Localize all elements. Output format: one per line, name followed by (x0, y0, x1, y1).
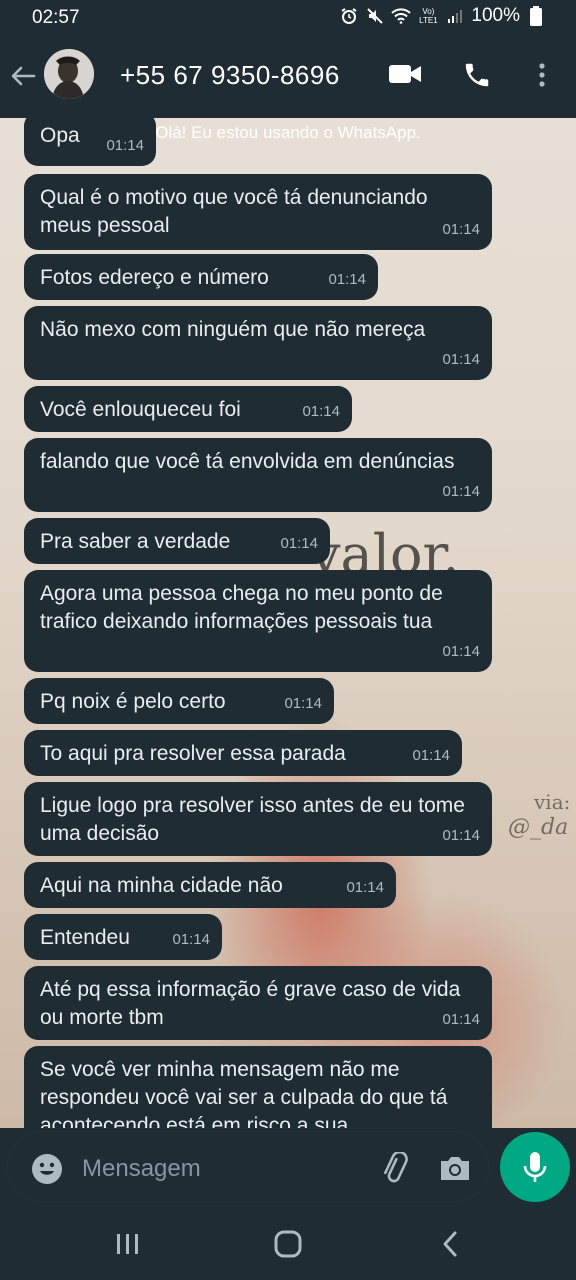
mute-icon (365, 6, 385, 26)
message-bubble[interactable]: Ligue logo pra resolver isso antes de eu… (24, 782, 492, 856)
message-bubble[interactable]: Qual é o motivo que você tá denunciando … (24, 174, 492, 250)
message-text: Aqui na minha cidade não (40, 874, 283, 897)
message-text: Fotos edereço e número (40, 266, 269, 289)
message-text: Qual é o motivo que você tá denunciando … (40, 186, 428, 237)
message-time: 01:14 (328, 271, 366, 288)
paperclip-icon (384, 1150, 408, 1183)
message-time: 01:14 (412, 747, 450, 764)
message-bubble[interactable]: Pq noix é pelo certo 01:14 (24, 678, 334, 724)
message-time: 01:14 (284, 695, 322, 712)
network-label: Vo) LTE1 (419, 7, 438, 25)
alarm-icon (339, 6, 359, 26)
chat-area[interactable]: valor. via: @_da Opa 01:14 Olá! Eu estou… (0, 118, 576, 1128)
chat-header: +55 67 9350-8696 (0, 36, 576, 118)
message-time: 01:14 (442, 1011, 480, 1028)
message-bubble[interactable]: Entendeu 01:14 (24, 914, 222, 960)
status-bar: 02:57 Vo) LTE1 100% (0, 0, 576, 36)
message-bubble[interactable]: Fotos edereço e número 01:14 (24, 254, 378, 300)
message-time: 01:14 (442, 221, 480, 238)
input-bar (0, 1128, 576, 1208)
wallpaper-via: via: (534, 790, 571, 814)
camera-button[interactable] (438, 1152, 474, 1188)
recent-apps-button[interactable] (108, 1228, 148, 1260)
message-time: 01:14 (280, 535, 318, 552)
message-bubble[interactable]: Se você ver minha mensagem não me respon… (24, 1046, 492, 1128)
phone-icon (465, 63, 489, 87)
home-button[interactable] (268, 1228, 308, 1260)
message-text: Até pq essa informação é grave caso de v… (40, 978, 461, 1029)
message-text: Se você ver minha mensagem não me respon… (40, 1058, 448, 1128)
camera-icon (441, 1157, 469, 1180)
battery-text: 100% (471, 5, 520, 26)
microphone-icon (523, 1152, 547, 1182)
message-text: Você enlouqueceu foi (40, 398, 241, 421)
message-time: 01:14 (442, 827, 480, 844)
message-text: Entendeu (40, 926, 130, 949)
message-text: Pra saber a verdade (40, 530, 231, 553)
more-options-button[interactable] (530, 60, 554, 96)
message-time: 01:14 (442, 351, 480, 368)
chevron-left-icon (443, 1231, 457, 1257)
message-bubble[interactable]: Agora uma pessoa chega no meu ponto de t… (24, 570, 492, 672)
message-bubble[interactable]: falando que você tá envolvida em denúnci… (24, 438, 492, 512)
message-time: 01:14 (172, 931, 210, 948)
status-icons: Vo) LTE1 100% (339, 5, 546, 27)
message-time: 01:14 (442, 643, 480, 660)
battery-icon (526, 6, 546, 26)
message-bubble[interactable]: Não mexo com ninguém que não mereça 01:1… (24, 306, 492, 380)
more-vertical-icon (539, 63, 545, 87)
wifi-icon (391, 6, 412, 26)
status-time: 02:57 (32, 7, 80, 28)
message-text: Ligue logo pra resolver isso antes de eu… (40, 794, 465, 845)
contact-name[interactable]: +55 67 9350-8696 (120, 60, 340, 91)
message-bubble[interactable]: Aqui na minha cidade não 01:14 (24, 862, 396, 908)
message-text: Não mexo com ninguém que não mereça (40, 318, 426, 341)
recent-apps-icon (117, 1234, 138, 1254)
back-nav-button[interactable] (430, 1228, 470, 1260)
video-camera-icon (389, 65, 421, 83)
message-bubble[interactable]: To aqui pra resolver essa parada 01:14 (24, 730, 462, 776)
system-nav-bar (0, 1208, 576, 1280)
back-button[interactable] (8, 58, 38, 94)
signal-icon (445, 6, 465, 26)
message-time: 01:14 (302, 403, 340, 420)
message-bubble[interactable]: Você enlouqueceu foi 01:14 (24, 386, 352, 432)
avatar[interactable] (44, 49, 94, 99)
message-bubble[interactable]: Pra saber a verdade 01:14 (24, 518, 330, 564)
message-text: Agora uma pessoa chega no meu ponto de t… (40, 582, 443, 633)
message-text: falando que você tá envolvida em denúnci… (40, 450, 455, 473)
attach-button[interactable] (378, 1150, 414, 1188)
message-time: 01:14 (442, 483, 480, 500)
message-time: 01:14 (346, 879, 384, 896)
emoji-icon (32, 1154, 62, 1184)
wallpaper-handle: @_da (508, 815, 569, 840)
voice-call-button[interactable] (462, 60, 498, 96)
message-composer (8, 1132, 488, 1202)
voice-message-button[interactable] (500, 1132, 570, 1202)
home-icon (274, 1230, 302, 1258)
emoji-button[interactable] (30, 1152, 64, 1186)
message-input[interactable] (80, 1150, 364, 1188)
message-text: Pq noix é pelo certo (40, 690, 226, 713)
message-text: To aqui pra resolver essa parada (40, 742, 346, 765)
message-bubble[interactable]: Até pq essa informação é grave caso de v… (24, 966, 492, 1040)
video-call-button[interactable] (388, 62, 428, 94)
status-message: Olá! Eu estou usando o WhatsApp. (155, 123, 421, 142)
arrow-left-icon (11, 66, 36, 86)
